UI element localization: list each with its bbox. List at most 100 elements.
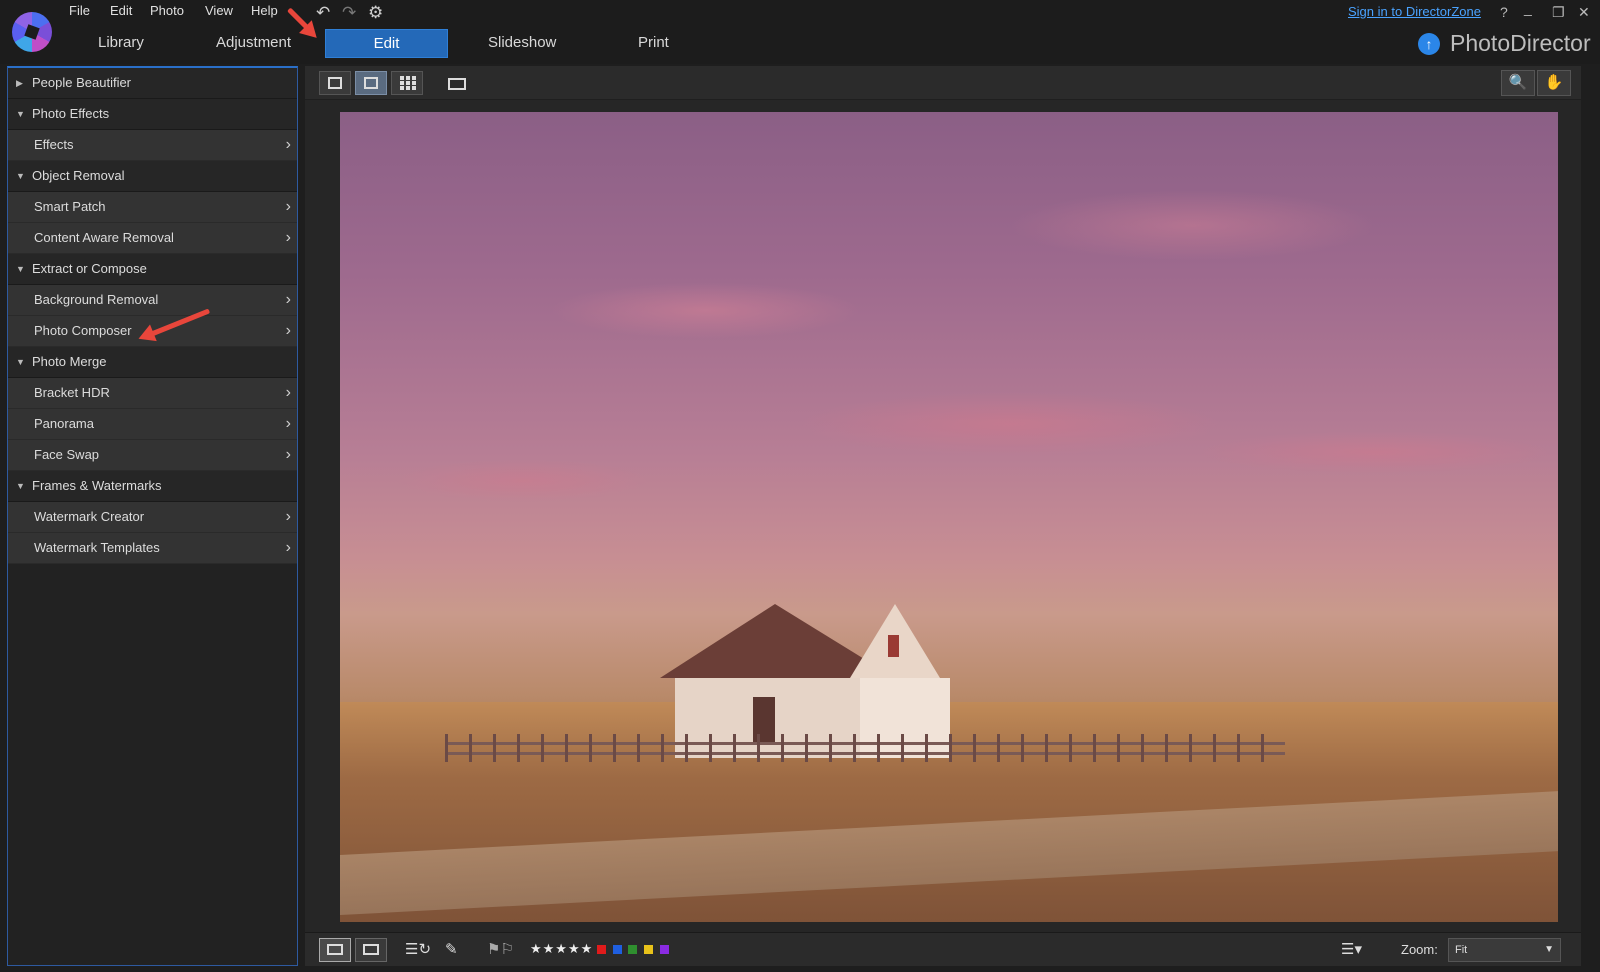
section-object-removal[interactable]: ▼ Object Removal — [8, 161, 297, 192]
chevron-right-icon: › — [285, 291, 291, 308]
compare-view-icon — [328, 77, 342, 89]
chevron-right-icon: › — [285, 415, 291, 432]
second-display-button[interactable] — [441, 71, 473, 95]
expanded-triangle-icon: ▼ — [16, 171, 25, 181]
chevron-right-icon: › — [285, 229, 291, 246]
section-label: Object Removal — [32, 168, 125, 183]
top-bar: File Edit Photo View Help ↶ ↷ ⚙ Library … — [0, 0, 1600, 64]
menu-view[interactable]: View — [205, 3, 233, 18]
pan-tool-button[interactable]: ✋ — [1537, 70, 1571, 96]
close-icon[interactable]: ✕ — [1578, 4, 1590, 21]
tab-print[interactable]: Print — [638, 34, 669, 51]
photo-canvas[interactable] — [340, 112, 1558, 922]
edit-tools-panel: ▶ People Beautifier ▼ Photo Effects Effe… — [7, 66, 298, 966]
single-display-button[interactable] — [319, 938, 351, 962]
rotate-icon[interactable]: ☰↻ — [405, 940, 431, 958]
tool-content-aware-removal[interactable]: Content Aware Removal › — [8, 223, 297, 254]
section-label: Photo Effects — [32, 106, 110, 121]
settings-icon[interactable]: ⚙ — [368, 3, 383, 23]
color-label-green[interactable] — [628, 945, 637, 954]
expanded-triangle-icon: ▼ — [16, 357, 25, 367]
single-view-button[interactable] — [355, 71, 387, 95]
tool-label: Bracket HDR — [34, 385, 110, 400]
viewer-toolbar: 🔍 ✋ — [305, 66, 1581, 100]
tool-bracket-hdr[interactable]: Bracket HDR › — [8, 378, 297, 409]
wooden-fence — [445, 734, 1285, 762]
chevron-down-icon: ▼ — [1544, 944, 1554, 955]
section-frames-watermarks[interactable]: ▼ Frames & Watermarks — [8, 471, 297, 502]
section-photo-merge[interactable]: ▼ Photo Merge — [8, 347, 297, 378]
tool-face-swap[interactable]: Face Swap › — [8, 440, 297, 471]
tool-background-removal[interactable]: Background Removal › — [8, 285, 297, 316]
hand-icon: ✋ — [1544, 74, 1564, 91]
expanded-triangle-icon: ▼ — [16, 481, 25, 491]
tab-library[interactable]: Library — [98, 34, 144, 51]
color-label-red[interactable] — [597, 945, 606, 954]
second-display-icon — [448, 78, 466, 90]
menu-help[interactable]: Help — [251, 3, 278, 18]
chevron-right-icon: › — [285, 384, 291, 401]
edit-tag-icon[interactable]: ✎ — [445, 940, 458, 958]
menu-file[interactable]: File — [69, 3, 90, 18]
photo-viewer: 🔍 ✋ ☰↻ ✎ ⚑⚐ ★★★★★ ☰▾ Zoom: Fit ▼ — [305, 66, 1581, 966]
tool-watermark-templates[interactable]: Watermark Templates › — [8, 533, 297, 564]
help-icon[interactable]: ? — [1500, 4, 1508, 20]
expanded-triangle-icon: ▼ — [16, 264, 25, 274]
viewer-bottom-bar: ☰↻ ✎ ⚑⚐ ★★★★★ ☰▾ Zoom: Fit ▼ — [305, 932, 1581, 966]
zoom-dropdown[interactable]: Fit ▼ — [1448, 938, 1561, 962]
restore-icon[interactable]: ❐ — [1552, 4, 1565, 21]
zoom-value: Fit — [1455, 944, 1468, 956]
section-label: Photo Merge — [32, 354, 107, 369]
redo-icon[interactable]: ↷ — [342, 3, 356, 23]
expanded-triangle-icon: ▼ — [16, 109, 25, 119]
chevron-right-icon: › — [285, 508, 291, 525]
collapsed-triangle-icon: ▶ — [16, 78, 23, 88]
sign-in-link[interactable]: Sign in to DirectorZone — [1348, 4, 1481, 19]
color-label-blue[interactable] — [613, 945, 622, 954]
dual-display-button[interactable] — [355, 938, 387, 962]
tool-panorama[interactable]: Panorama › — [8, 409, 297, 440]
house-window — [888, 635, 899, 657]
chevron-right-icon: › — [285, 539, 291, 556]
tool-smart-patch[interactable]: Smart Patch › — [8, 192, 297, 223]
section-extract-or-compose[interactable]: ▼ Extract or Compose — [8, 254, 297, 285]
tab-slideshow[interactable]: Slideshow — [488, 34, 556, 51]
tool-label: Panorama — [34, 416, 94, 431]
tool-label: Smart Patch — [34, 199, 106, 214]
section-label: Frames & Watermarks — [32, 478, 162, 493]
color-label-purple[interactable] — [660, 945, 669, 954]
chevron-right-icon: › — [285, 136, 291, 153]
single-display-icon — [327, 944, 343, 955]
section-label: People Beautifier — [32, 75, 132, 90]
upgrade-icon[interactable]: ↑ — [1418, 32, 1440, 55]
sky-clouds — [340, 112, 1558, 679]
tab-adjustment[interactable]: Adjustment — [216, 34, 291, 51]
grid-view-button[interactable] — [391, 71, 423, 95]
tool-watermark-creator[interactable]: Watermark Creator › — [8, 502, 297, 533]
undo-icon[interactable]: ↶ — [316, 3, 330, 23]
rating-stars[interactable]: ★★★★★ — [530, 941, 593, 957]
grid-icon — [400, 76, 416, 90]
brand: ↑ PhotoDirector — [1418, 30, 1591, 57]
flag-icon[interactable]: ⚑⚐ — [487, 940, 514, 958]
section-photo-effects[interactable]: ▼ Photo Effects — [8, 99, 297, 130]
info-list-icon[interactable]: ☰▾ — [1341, 940, 1362, 958]
brand-name: PhotoDirector — [1450, 30, 1591, 56]
tool-label: Effects — [34, 137, 74, 152]
menu-photo[interactable]: Photo — [150, 3, 184, 18]
color-label-yellow[interactable] — [644, 945, 653, 954]
tool-effects[interactable]: Effects › — [8, 130, 297, 161]
menu-edit[interactable]: Edit — [110, 3, 132, 18]
compare-view-button[interactable] — [319, 71, 351, 95]
zoom-tool-button[interactable]: 🔍 — [1501, 70, 1535, 96]
tool-label: Watermark Creator — [34, 509, 145, 524]
tool-label: Background Removal — [34, 292, 159, 307]
photodirector-logo-icon — [12, 12, 52, 52]
minimize-icon[interactable]: _ — [1524, 0, 1532, 16]
section-people-beautifier[interactable]: ▶ People Beautifier — [8, 68, 297, 99]
tool-label: Content Aware Removal — [34, 230, 174, 245]
chevron-right-icon: › — [285, 446, 291, 463]
tab-edit[interactable]: Edit — [325, 29, 448, 58]
search-icon: 🔍 — [1508, 74, 1528, 91]
zoom-label: Zoom: — [1401, 942, 1438, 957]
